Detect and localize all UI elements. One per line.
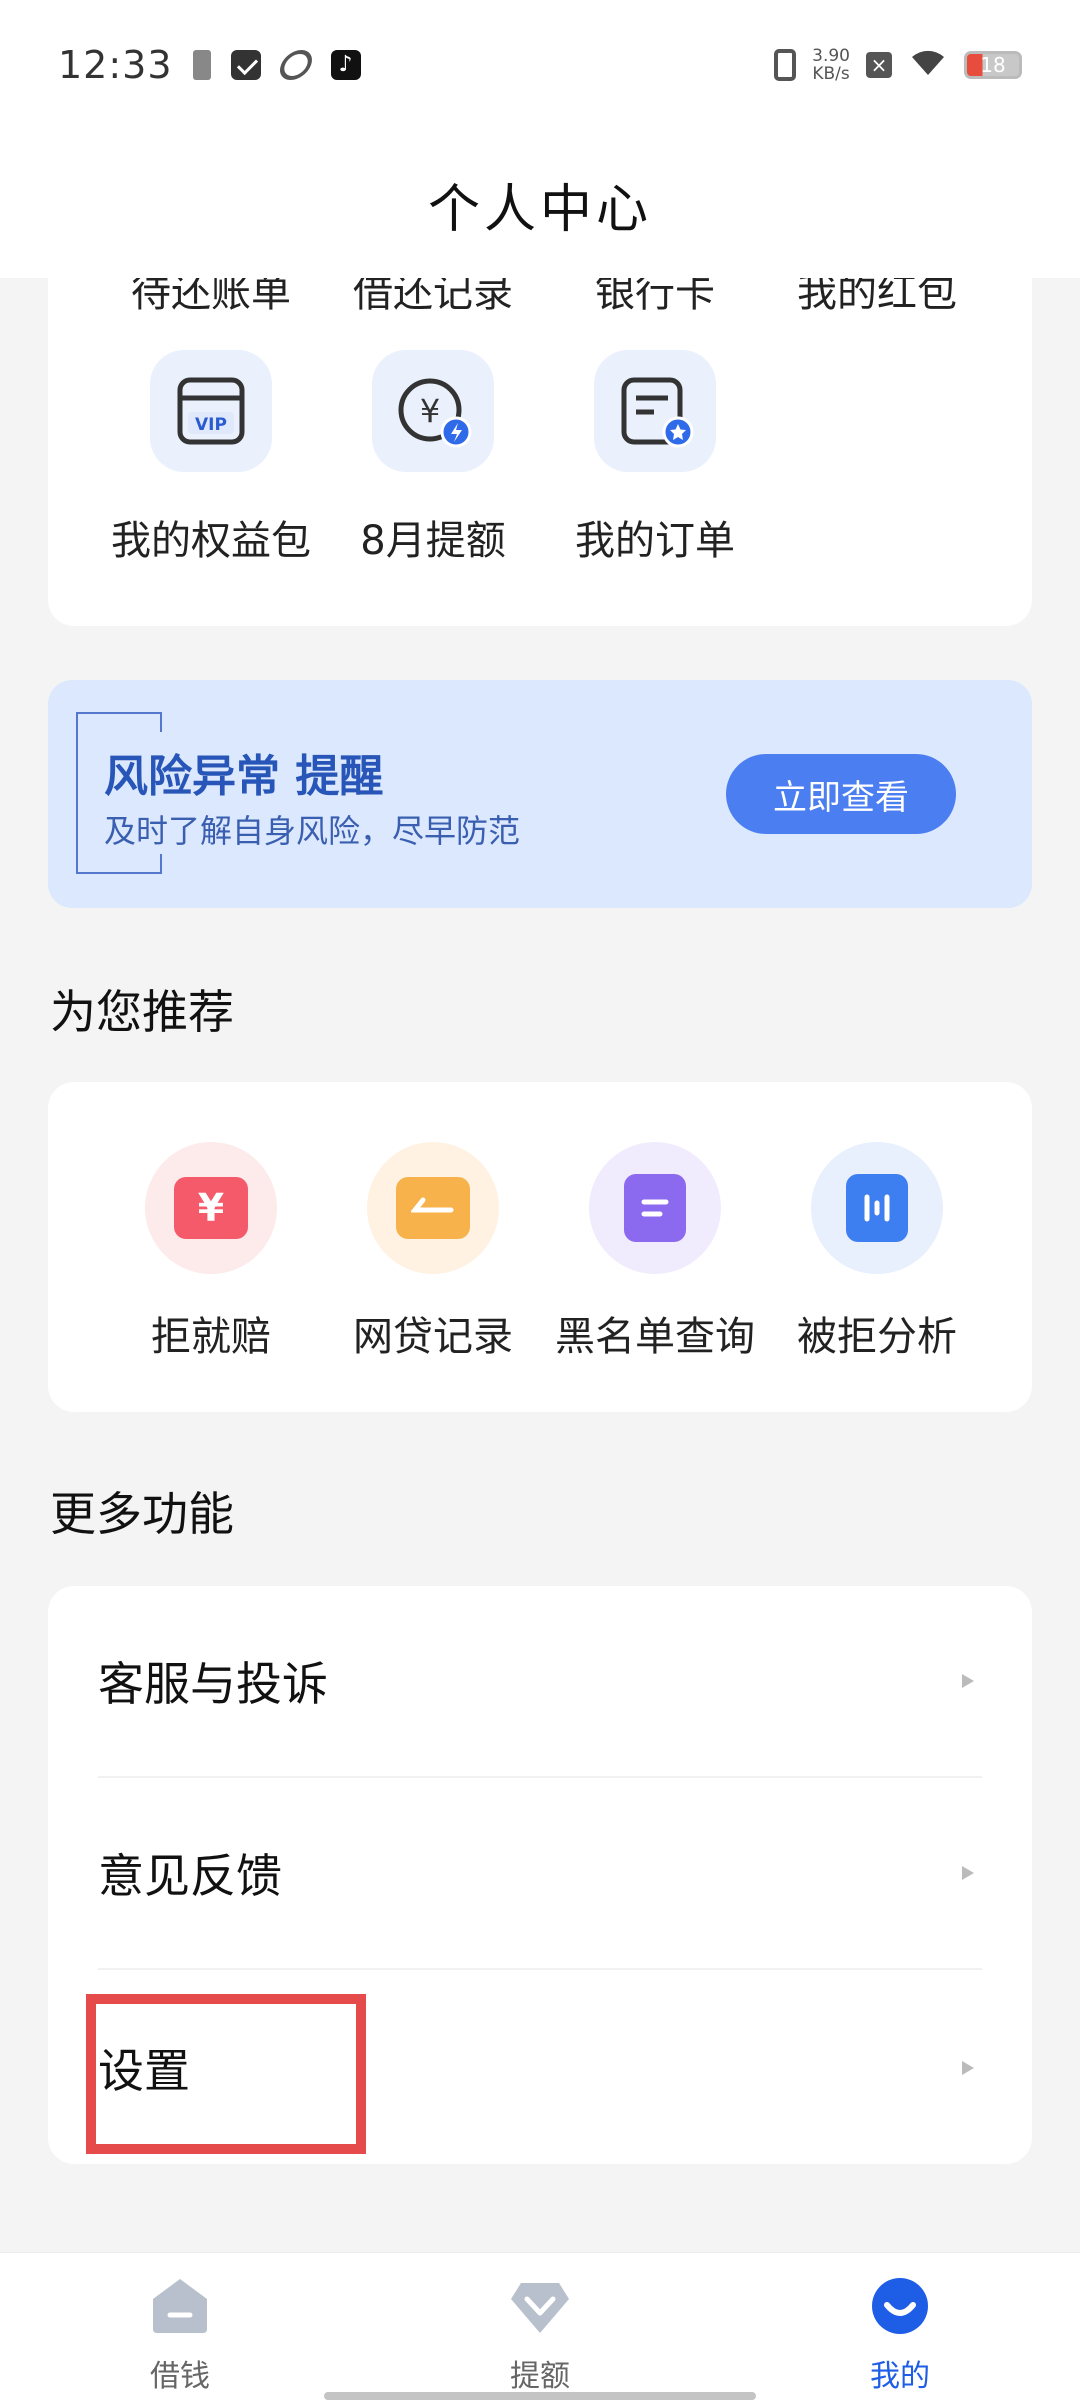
battery-icon: 18 xyxy=(964,51,1022,79)
more-section-title: 更多功能 xyxy=(50,1487,234,1541)
tiktok-icon: ♪ xyxy=(330,50,361,80)
battery-saver-icon xyxy=(192,50,211,80)
wifi-icon xyxy=(908,45,948,86)
network-speed-unit: KB/s xyxy=(812,64,850,84)
order-star-icon xyxy=(594,350,716,472)
loop-icon xyxy=(275,50,316,80)
yuan-glyph: ¥ xyxy=(174,1177,248,1239)
risk-title: 风险异常 提醒 xyxy=(104,751,384,802)
list-item-customer-service[interactable]: 客服与投诉 xyxy=(98,1586,982,1778)
more-functions-card: 客服与投诉 意见反馈 设置 xyxy=(48,1586,1032,2164)
tab-label: 提额 xyxy=(510,2359,570,2394)
svg-text:VIP: VIP xyxy=(195,415,227,435)
page-title: 个人中心 xyxy=(427,179,652,240)
list-item-label: 意见反馈 xyxy=(98,1849,282,1903)
service-my-orders[interactable]: 我的订单 xyxy=(544,350,766,566)
status-right: 3.90 KB/s × 18 xyxy=(774,45,1022,86)
chevron-right-icon xyxy=(962,1674,974,1688)
service-limit-boost[interactable]: ¥ 8月提额 xyxy=(322,350,544,566)
diamond-limit-icon xyxy=(509,2275,571,2337)
status-time: 12:33 xyxy=(58,43,173,87)
tab-borrow[interactable]: 借钱 xyxy=(0,2253,360,2408)
vip-card-icon: VIP xyxy=(150,350,272,472)
tab-mine[interactable]: 我的 xyxy=(720,2253,1080,2408)
close-notification-icon: × xyxy=(866,52,892,78)
recommend-label: 被拒分析 xyxy=(797,1314,957,1360)
status-left: 12:33 ♪ xyxy=(58,43,361,87)
recommend-section-title: 为您推荐 xyxy=(50,985,234,1039)
list-item-feedback[interactable]: 意见反馈 xyxy=(98,1778,982,1970)
service-label: 8月提额 xyxy=(360,518,506,564)
recommend-label: 网贷记录 xyxy=(353,1314,513,1360)
chevron-right-icon xyxy=(962,2061,974,2075)
list-item-label: 设置 xyxy=(98,2044,190,2098)
service-row: VIP 我的权益包 ¥ 8月提额 我的订单 xyxy=(100,350,766,566)
service-label: 我的订单 xyxy=(575,518,735,564)
mail-icon xyxy=(230,50,261,80)
profile-smile-icon xyxy=(869,2275,931,2337)
svg-text:¥: ¥ xyxy=(420,392,440,430)
blacklist-query-shape xyxy=(624,1174,686,1242)
tab-label: 借钱 xyxy=(150,2359,210,2394)
recommend-blacklist-query[interactable]: 黑名单查询 xyxy=(544,1142,766,1362)
yuan-compensation-icon: ¥ xyxy=(145,1142,277,1274)
home-borrow-icon xyxy=(149,2275,211,2337)
vibrate-icon xyxy=(774,49,797,81)
service-label: 我的权益包 xyxy=(111,518,311,564)
recommend-label: 黑名单查询 xyxy=(555,1314,755,1360)
list-item-label: 客服与投诉 xyxy=(98,1657,328,1711)
risk-subtitle: 及时了解自身风险，尽早防范 xyxy=(104,812,521,850)
chevron-right-icon xyxy=(962,1866,974,1880)
bottom-nav: 借钱 提额 我的 xyxy=(0,2252,1080,2408)
home-indicator[interactable] xyxy=(324,2392,756,2400)
service-benefits-pack[interactable]: VIP 我的权益包 xyxy=(100,350,322,566)
recommend-refusal-compensation[interactable]: ¥ 拒就赔 xyxy=(100,1142,322,1362)
rejection-analysis-shape xyxy=(846,1174,908,1242)
page-header: 个人中心 xyxy=(0,130,1080,278)
risk-alert-banner[interactable]: 风险异常 提醒 及时了解自身风险，尽早防范 立即查看 xyxy=(48,680,1032,908)
tab-limit[interactable]: 提额 xyxy=(360,2253,720,2408)
blacklist-query-icon xyxy=(589,1142,721,1274)
network-speed: 3.90 KB/s xyxy=(812,47,850,83)
recommend-row: ¥ 拒就赔 网贷记录 黑名单查询 被拒分析 xyxy=(100,1142,988,1362)
recommend-label: 拒就赔 xyxy=(151,1314,271,1360)
loan-record-shape xyxy=(396,1177,470,1239)
list-item-settings[interactable]: 设置 xyxy=(98,1972,982,2164)
yuan-boost-icon: ¥ xyxy=(372,350,494,472)
status-bar: 12:33 ♪ 3.90 KB/s × 18 xyxy=(0,0,1080,130)
recommend-rejection-analysis[interactable]: 被拒分析 xyxy=(766,1142,988,1362)
view-now-button[interactable]: 立即查看 xyxy=(726,754,956,834)
loan-record-icon xyxy=(367,1142,499,1274)
network-speed-value: 3.90 xyxy=(812,46,850,66)
recommend-card: ¥ 拒就赔 网贷记录 黑名单查询 被拒分析 xyxy=(48,1082,1032,1412)
recommend-loan-record[interactable]: 网贷记录 xyxy=(322,1142,544,1362)
rejection-analysis-icon xyxy=(811,1142,943,1274)
tab-label: 我的 xyxy=(870,2359,930,2394)
